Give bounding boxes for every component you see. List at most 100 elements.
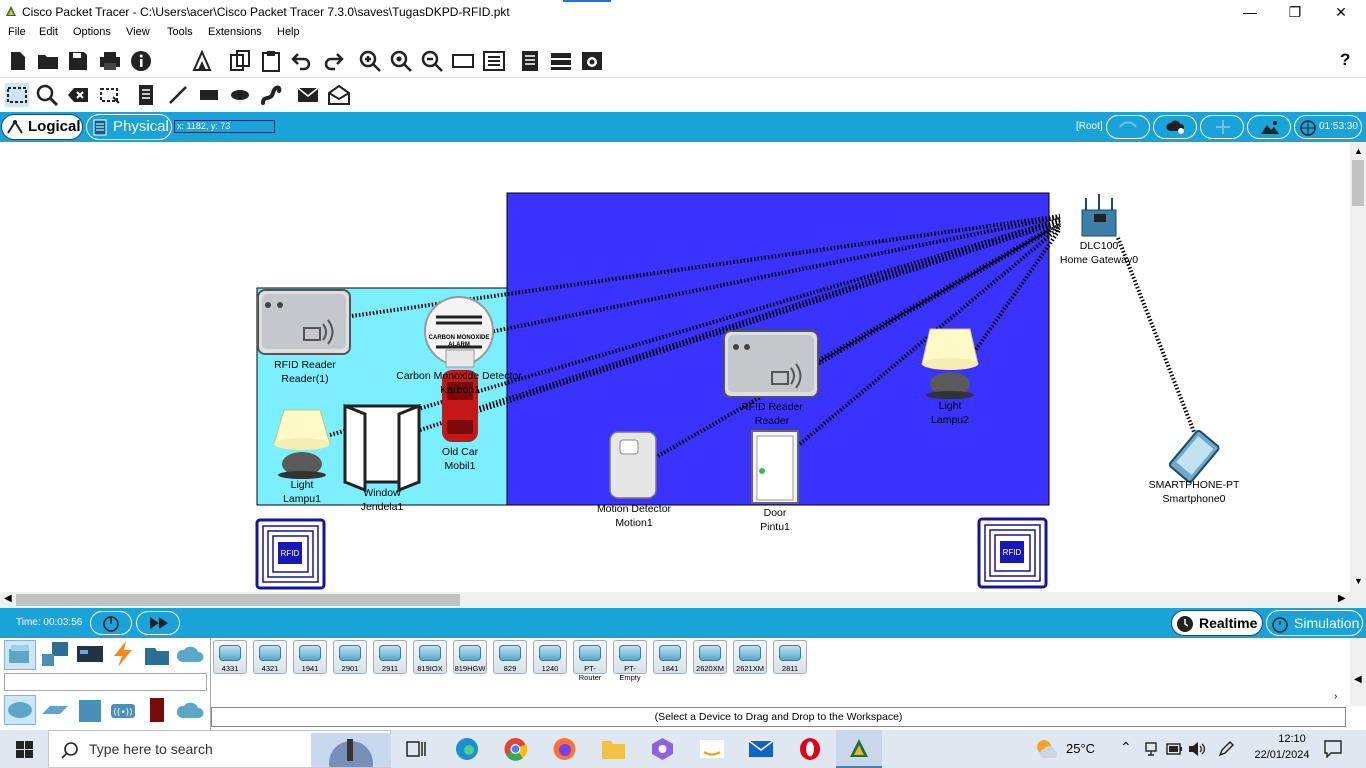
mail-icon[interactable] <box>748 738 774 760</box>
tray-chevron-icon[interactable]: ⌃ <box>1120 739 1132 756</box>
info-icon[interactable] <box>129 49 153 73</box>
menu-tools[interactable]: Tools <box>167 26 193 38</box>
security-subcategory-icon[interactable] <box>142 696 172 724</box>
device-1941[interactable]: 1941 <box>293 640 327 674</box>
task-view-icon[interactable] <box>406 740 426 758</box>
door-icon[interactable] <box>751 430 799 504</box>
simulation-button[interactable]: Simulation <box>1266 610 1363 636</box>
device-panel-scrollbar[interactable]: ◀ <box>1350 638 1366 706</box>
misc-category-icon[interactable] <box>142 640 172 668</box>
smartphone-icon[interactable] <box>1168 429 1220 483</box>
set-background-button[interactable] <box>1247 115 1291 139</box>
file-explorer-icon[interactable] <box>601 738 626 760</box>
connections-category-icon[interactable] <box>108 640 138 668</box>
horizontal-scrollbar[interactable]: ◀ ▶ <box>0 592 1366 608</box>
hubs-subcategory-icon[interactable] <box>75 696 105 724</box>
weather-icon[interactable] <box>1034 738 1060 760</box>
window-icon[interactable] <box>343 403 421 493</box>
network-tray-icon[interactable] <box>1144 742 1158 756</box>
device-1240[interactable]: 1240 <box>533 640 567 674</box>
firefox-icon[interactable] <box>552 737 577 761</box>
print-icon[interactable] <box>98 49 122 73</box>
device-819hgw[interactable]: 819HGW <box>453 640 487 674</box>
taskbar-date[interactable]: 22/01/2024 <box>1246 749 1318 761</box>
move-object-button[interactable] <box>1200 115 1244 139</box>
new-file-icon[interactable] <box>6 49 30 73</box>
opera-icon[interactable] <box>798 737 822 761</box>
zoom-in-icon[interactable] <box>358 49 382 73</box>
device-4321[interactable]: 4321 <box>253 640 287 674</box>
fast-forward-button[interactable] <box>136 611 180 635</box>
resize-shape-icon[interactable] <box>97 83 121 107</box>
draw-rectangle-icon[interactable] <box>197 83 221 107</box>
back-button[interactable] <box>1106 115 1150 139</box>
custom-devices-icon[interactable] <box>482 49 506 73</box>
undo-icon[interactable] <box>290 49 314 73</box>
scroll-up-icon[interactable]: ▲ <box>1354 146 1363 156</box>
viewport-clock[interactable]: 01:53:30 <box>1294 115 1362 139</box>
notification-center-icon[interactable] <box>1324 740 1342 758</box>
add-simple-pdu-icon[interactable] <box>296 83 320 107</box>
wireless-subcategory-icon[interactable]: ((•)) <box>108 696 138 724</box>
menu-options[interactable]: Options <box>73 26 111 38</box>
switches-subcategory-icon[interactable] <box>40 696 70 724</box>
horizontal-scroll-thumb[interactable] <box>16 594 460 606</box>
device-4331[interactable]: 4331 <box>213 640 247 674</box>
minimize-button[interactable]: — <box>1227 2 1273 22</box>
physical-tab[interactable]: Physical <box>86 114 172 140</box>
taskbar-search-box[interactable]: Type here to search <box>48 730 391 768</box>
rfid-reader-icon[interactable] <box>723 330 819 398</box>
logical-tab[interactable]: Logical <box>1 114 83 140</box>
routers-subcategory[interactable] <box>4 695 36 725</box>
add-complex-pdu-icon[interactable] <box>327 83 351 107</box>
image-viewer-icon[interactable] <box>580 49 604 73</box>
menu-file[interactable]: File <box>8 26 26 38</box>
wan-emulation-subcategory-icon[interactable] <box>176 696 206 724</box>
help-question-icon[interactable]: ? <box>1340 50 1350 70</box>
co-detector-icon[interactable] <box>424 296 494 368</box>
zoom-reset-icon[interactable] <box>389 49 413 73</box>
scroll-down-icon[interactable]: ▼ <box>1354 576 1363 586</box>
battery-tray-icon[interactable] <box>1166 743 1183 755</box>
amazon-icon[interactable] <box>699 738 725 760</box>
pen-tray-icon[interactable] <box>1218 741 1234 757</box>
vertical-scrollbar[interactable]: ▲ ▼ <box>1350 142 1366 592</box>
motion-detector-icon[interactable] <box>609 431 657 499</box>
packet-tracer-taskbar-button[interactable] <box>836 730 882 768</box>
power-cycle-button[interactable] <box>90 611 132 635</box>
copy-icon[interactable] <box>228 49 252 73</box>
paste-icon[interactable] <box>259 49 283 73</box>
device-2620xm[interactable]: 2620XM <box>693 640 727 674</box>
device-list-scroll-right-icon[interactable]: › <box>1334 691 1337 702</box>
menu-help[interactable]: Help <box>277 26 300 38</box>
new-cluster-button[interactable] <box>1153 115 1197 139</box>
save-icon[interactable] <box>66 49 90 73</box>
router-device-icon[interactable] <box>549 49 573 73</box>
multiuser-category-icon[interactable] <box>176 642 206 668</box>
rfid-reader-1-icon[interactable] <box>257 289 351 355</box>
components-category-icon[interactable] <box>75 640 105 668</box>
redo-icon[interactable] <box>321 49 345 73</box>
menu-extensions[interactable]: Extensions <box>208 26 262 38</box>
chrome-icon[interactable] <box>503 737 528 761</box>
menu-edit[interactable]: Edit <box>39 26 58 38</box>
device-829[interactable]: 829 <box>493 640 527 674</box>
scroll-right-icon[interactable]: ▶ <box>1338 593 1346 604</box>
volume-tray-icon[interactable] <box>1188 741 1206 757</box>
device-819iox[interactable]: 819IOX <box>413 640 447 674</box>
vertical-scroll-thumb[interactable] <box>1352 160 1364 206</box>
device-2811[interactable]: 2811 <box>773 640 807 674</box>
realtime-button[interactable]: Realtime <box>1171 610 1263 636</box>
home-gateway-icon[interactable] <box>1081 194 1117 237</box>
device-1841[interactable]: 1841 <box>653 640 687 674</box>
taskbar-clock[interactable]: 12:10 <box>1264 733 1320 745</box>
inspect-icon[interactable] <box>35 83 59 107</box>
end-devices-category-icon[interactable] <box>40 640 70 668</box>
activity-wizard-icon[interactable] <box>190 49 214 73</box>
edge-icon[interactable] <box>454 737 480 761</box>
zoom-out-icon[interactable] <box>420 49 444 73</box>
place-note-icon[interactable] <box>134 83 158 107</box>
notes-icon[interactable] <box>518 49 542 73</box>
maximize-button[interactable]: ❐ <box>1272 2 1318 22</box>
select-tool-icon[interactable] <box>5 83 29 107</box>
